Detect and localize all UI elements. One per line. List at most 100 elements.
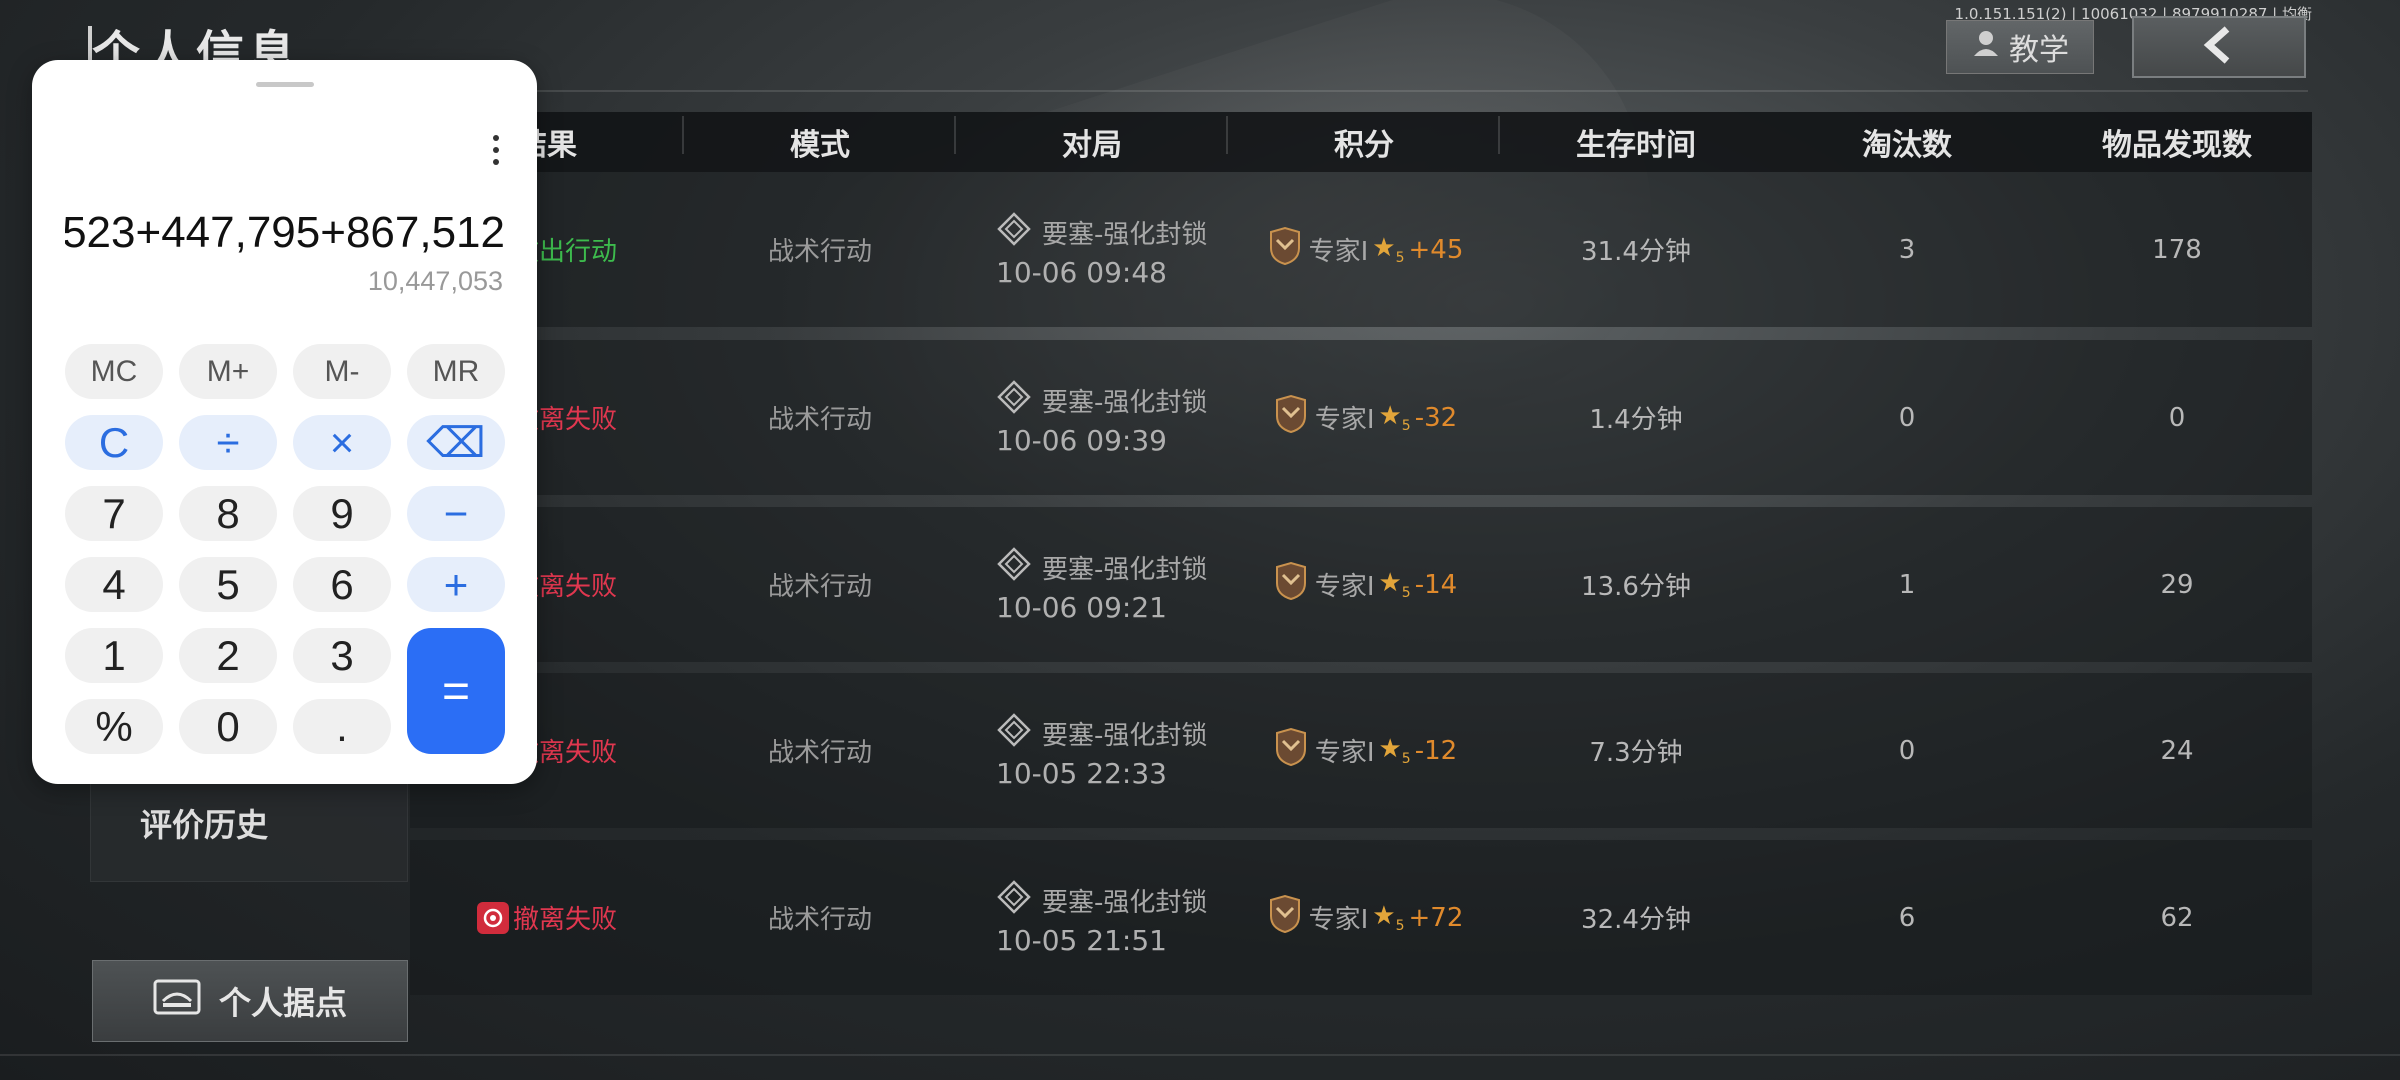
table-row[interactable]: 撤离失败 战术行动 要塞-强化封锁 10-06 09:39 专家I ★5 -32…	[410, 340, 2312, 495]
digit-1-key[interactable]: 1	[65, 628, 163, 683]
result-status: 撤离失败	[410, 899, 684, 936]
score-cell: 专家I ★5 -32	[1228, 394, 1500, 441]
digit-6-key[interactable]: 6	[293, 557, 391, 612]
map-name: 要塞-强化封锁	[1042, 887, 1208, 918]
bottom-divider	[0, 1054, 2400, 1056]
score-delta: +72	[1408, 902, 1464, 933]
match-time: 10-05 21:51	[996, 923, 1167, 957]
mode-cell: 战术行动	[767, 905, 872, 935]
match-time: 10-06 09:39	[996, 423, 1167, 457]
digit-3-key[interactable]: 3	[293, 628, 391, 683]
memory-clear-key[interactable]: MC	[65, 344, 163, 399]
digit-5-key[interactable]: 5	[179, 557, 277, 612]
kills-cell: 3	[1898, 234, 1916, 265]
sidebar-item-rating-history[interactable]: 评价历史	[140, 800, 268, 846]
result-label: 撤离失败	[512, 905, 617, 935]
minus-key[interactable]: −	[407, 486, 505, 541]
survival-cell: 1.4分钟	[1589, 405, 1683, 435]
table-row[interactable]: 撤出行动 战术行动 要塞-强化封锁 10-06 09:48 专家I ★5 +45…	[410, 172, 2312, 327]
result-cell: 撤离失败	[410, 899, 684, 936]
equals-key[interactable]: =	[407, 628, 505, 754]
tutorial-icon	[1971, 28, 2001, 66]
digit-4-key[interactable]: 4	[65, 557, 163, 612]
rank-label: 专家I	[1308, 237, 1369, 267]
survival-cell: 7.3分钟	[1589, 738, 1683, 768]
rank-badge-icon	[1271, 727, 1311, 774]
digit-9-key[interactable]: 9	[293, 486, 391, 541]
map-name: 要塞-强化封锁	[1042, 387, 1208, 418]
calculator-expression: 2,523+447,795+867,512	[65, 208, 505, 257]
rank-label: 专家I	[1308, 905, 1369, 935]
teach-button[interactable]: 教学	[1946, 20, 2094, 74]
survival-cell: 31.4分钟	[1581, 237, 1691, 267]
rank-badge-icon	[1271, 394, 1311, 441]
digit-0-key[interactable]: 0	[179, 699, 277, 754]
map-name: 要塞-强化封锁	[1042, 219, 1208, 250]
personal-base-button[interactable]: 个人据点	[92, 960, 408, 1042]
teach-label: 教学	[2009, 33, 2069, 68]
star-icon: ★5	[1378, 400, 1411, 435]
kills-cell: 0	[1898, 402, 1916, 433]
result-icon	[476, 901, 509, 934]
survival-cell: 32.4分钟	[1581, 905, 1691, 935]
memory-add-key[interactable]: M+	[179, 344, 277, 399]
drag-handle[interactable]	[256, 82, 314, 87]
rank-badge-icon	[1265, 894, 1305, 941]
digit-7-key[interactable]: 7	[65, 486, 163, 541]
items-cell: 29	[2160, 569, 2194, 600]
personal-base-label: 个人据点	[218, 984, 347, 1022]
header-items: 物品发现数	[2102, 128, 2252, 163]
mode-cell: 战术行动	[767, 405, 872, 435]
score-cell: 专家I ★5 +72	[1228, 894, 1500, 941]
calculator-keypad: MC M+ M- MR C ÷ × ⌫ 7 8 9− 4 5 6 +1 2 3 =% 0.	[65, 344, 505, 754]
mode-cell: 战术行动	[767, 572, 872, 602]
score-cell: 专家I ★5 -14	[1228, 561, 1500, 608]
table-row[interactable]: 撤离失败 战术行动 要塞-强化封锁 10-05 21:51 专家I ★5 +72…	[410, 840, 2312, 995]
score-cell: 专家I ★5 -12	[1228, 727, 1500, 774]
more-menu-icon[interactable]	[486, 130, 506, 170]
items-cell: 62	[2160, 902, 2194, 933]
clear-key[interactable]: C	[65, 415, 163, 470]
chevron-left-icon	[2199, 25, 2239, 69]
score-delta: -12	[1414, 735, 1458, 766]
rank-label: 专家I	[1314, 405, 1375, 435]
divide-key[interactable]: ÷	[179, 415, 277, 470]
star-icon: ★5	[1372, 232, 1405, 267]
match-time: 10-05 22:33	[996, 756, 1167, 790]
items-cell: 178	[2152, 234, 2202, 265]
kills-cell: 0	[1898, 735, 1916, 766]
table-row[interactable]: 撤离失败 战术行动 要塞-强化封锁 10-05 22:33 专家I ★5 -12…	[410, 673, 2312, 828]
items-cell: 0	[2168, 402, 2186, 433]
star-icon: ★5	[1378, 733, 1411, 768]
multiply-key[interactable]: ×	[293, 415, 391, 470]
mode-cell: 战术行动	[767, 738, 872, 768]
digit-8-key[interactable]: 8	[179, 486, 277, 541]
rank-label: 专家I	[1314, 738, 1375, 768]
kills-cell: 1	[1898, 569, 1916, 600]
percent-key[interactable]: %	[65, 699, 163, 754]
memory-recall-key[interactable]: MR	[407, 344, 505, 399]
memory-subtract-key[interactable]: M-	[293, 344, 391, 399]
match-cell: 要塞-强化封锁 10-06 09:48	[956, 211, 1228, 289]
back-button[interactable]	[2132, 16, 2306, 78]
base-icon	[153, 979, 201, 1023]
header-kills: 淘汰数	[1862, 128, 1952, 163]
header-match: 对局	[956, 116, 1228, 164]
rank-badge-icon	[1271, 561, 1311, 608]
calculator-window[interactable]: 2,523+447,795+867,512 10,447,053 MC M+ M- M…	[32, 60, 537, 784]
digit-2-key[interactable]: 2	[179, 628, 277, 683]
header-score: 积分	[1228, 116, 1500, 164]
star-icon: ★5	[1378, 567, 1411, 602]
kills-cell: 6	[1898, 902, 1916, 933]
decimal-key[interactable]: .	[293, 699, 391, 754]
score-delta: +45	[1408, 234, 1464, 265]
table-row[interactable]: 撤离失败 战术行动 要塞-强化封锁 10-06 09:21 专家I ★5 -14…	[410, 507, 2312, 662]
calculator-result: 10,447,053	[367, 266, 503, 296]
match-cell: 要塞-强化封锁 10-05 22:33	[956, 712, 1228, 790]
mode-cell: 战术行动	[767, 237, 872, 267]
survival-cell: 13.6分钟	[1581, 572, 1691, 602]
plus-key[interactable]: +	[407, 557, 505, 612]
score-delta: -32	[1414, 402, 1458, 433]
backspace-key[interactable]: ⌫	[407, 415, 505, 470]
rank-label: 专家I	[1314, 572, 1375, 602]
